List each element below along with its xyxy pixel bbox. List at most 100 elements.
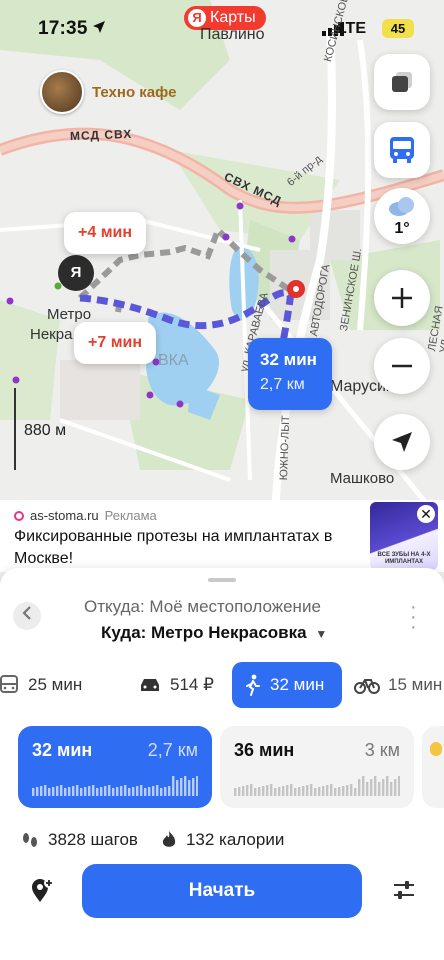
mode-bike[interactable]: 15 мин	[354, 662, 442, 708]
sparkline-bar	[298, 787, 301, 796]
sparkline-bar	[370, 779, 373, 796]
fire-icon	[162, 831, 176, 847]
sparkline-bar	[302, 786, 305, 796]
bus-icon	[0, 675, 18, 693]
mode-bus[interactable]: 25 мин	[0, 662, 82, 708]
sparkline-bar	[282, 786, 285, 796]
sparkline-bar	[278, 787, 281, 796]
mode-taxi-label: 514 ₽	[170, 675, 214, 694]
walk-icon	[246, 674, 260, 696]
sparkline-bar	[92, 785, 95, 796]
layers-icon	[392, 72, 412, 92]
sparkline-bar	[326, 785, 329, 796]
route-summary-card[interactable]: 32 мин 2,7 км	[248, 338, 332, 410]
ad-source-icon	[14, 510, 24, 521]
sparkline-bar	[374, 776, 377, 796]
sparkline-bar	[290, 784, 293, 796]
route-from[interactable]: Откуда: Моё местоположение	[84, 597, 321, 617]
minus-icon	[392, 364, 412, 368]
sparkline-bar	[152, 786, 155, 796]
poi-cafe[interactable]: Техно кафе	[40, 70, 176, 114]
battery-indicator: 45	[382, 19, 414, 38]
route-to[interactable]: Куда: Метро Некрасовка ▼	[101, 623, 327, 643]
sparkline-bar	[270, 784, 273, 796]
sparkline-bar	[56, 786, 59, 796]
add-stop-icon[interactable]	[30, 878, 54, 904]
sparkline-bar	[180, 778, 183, 796]
sparkline-bar	[346, 785, 349, 796]
bus-icon	[390, 137, 414, 163]
zoom-in-button[interactable]	[374, 270, 430, 326]
sparkline-bar	[32, 788, 35, 796]
taxi-icon	[141, 679, 159, 691]
sparkline-bar	[112, 788, 115, 796]
sparkline-bar	[124, 785, 127, 796]
sparkline-bar	[262, 786, 265, 796]
route-option-1[interactable]: 32 мин 2,7 км	[18, 726, 212, 808]
ad-source: as-stoma.ru	[30, 508, 99, 523]
sparkline-bar	[318, 787, 321, 796]
back-button[interactable]	[13, 602, 41, 630]
route-option-3-partial[interactable]	[422, 726, 444, 808]
zoom-out-button[interactable]	[374, 338, 430, 394]
ad-image: ✕ ВСЕ ЗУБЫ НА 4-Х ИМПЛАНТАХ	[370, 502, 438, 570]
sparkline-bar	[390, 782, 393, 796]
scale-bar	[14, 388, 16, 470]
mode-bike-label: 15 мин	[388, 675, 443, 694]
sparkline-bar	[192, 778, 195, 796]
road-label-yuzhno: ЮЖНО-ЛЫТ	[278, 415, 293, 481]
route-distance: 2,7 км	[260, 376, 305, 393]
route-time: 32 мин	[260, 350, 317, 369]
sparkline-bar	[176, 780, 179, 796]
sparkline-bar	[60, 785, 63, 796]
sparkline-bar	[354, 788, 357, 796]
status-time: 17:35	[38, 18, 88, 39]
area-label-lake: ВКА	[158, 352, 189, 369]
start-button[interactable]: Начать	[82, 864, 362, 918]
scale-label: 880 м	[24, 422, 67, 439]
sparkline-bar	[40, 786, 43, 796]
road-label-msd-svh: МСД СВХ	[69, 126, 133, 144]
sparkline-bar	[76, 785, 79, 796]
sparkline-bar	[250, 784, 253, 796]
chevron-left-icon	[22, 606, 31, 620]
sparkline-bar	[160, 788, 163, 796]
sparkline-bar	[286, 785, 289, 796]
sparkline-bar	[366, 782, 369, 796]
chevron-down-icon: ▼	[315, 627, 328, 641]
settings-sliders-icon[interactable]	[392, 878, 416, 902]
sheet-grabber[interactable]	[208, 578, 236, 582]
sparkline-bar	[36, 787, 39, 796]
sparkline-bar	[238, 787, 241, 796]
transit-button[interactable]	[374, 122, 430, 178]
place-label-pavlino: Павлино	[200, 26, 265, 43]
sparkline-bar	[120, 786, 123, 796]
mode-taxi[interactable]: 514 ₽	[138, 662, 214, 708]
alt-route-bubble-1[interactable]: +4 мин	[64, 212, 147, 254]
route-option-2[interactable]: 36 мин 3 км	[220, 726, 414, 808]
sparkline-bar	[132, 787, 135, 796]
sparkline-bar	[350, 784, 353, 796]
my-location-button[interactable]	[374, 414, 430, 470]
location-arrow-icon	[93, 21, 105, 33]
more-options-icon[interactable]: · · ·	[410, 597, 417, 637]
route-option-1-time: 32 мин	[32, 740, 93, 760]
sparkline-bar	[242, 786, 245, 796]
sparkline-bar	[196, 776, 198, 796]
ad-text: Фиксированные протезы на имплантатах в М…	[14, 528, 333, 567]
weather-button[interactable]: 1°	[374, 188, 430, 244]
metro-station-pin[interactable]: Я	[58, 255, 94, 291]
cafe-name: Техно кафе	[92, 83, 177, 101]
sparkline-bar	[104, 786, 107, 796]
weather-temp: 1°	[394, 220, 410, 237]
ad-banner[interactable]: as-stoma.ru Реклама Фиксированные протез…	[0, 500, 444, 572]
mode-walk[interactable]: 32 мин	[232, 662, 342, 708]
alt-route-bubble-2[interactable]: +7 мин	[74, 322, 157, 364]
sparkline-bar	[314, 788, 317, 796]
layers-button[interactable]	[374, 54, 430, 110]
sparkline-bar	[398, 776, 400, 796]
sparkline-bar	[84, 787, 87, 796]
sparkline-bar	[322, 786, 325, 796]
sparkline-bar	[108, 785, 111, 796]
ad-close-icon[interactable]: ✕	[417, 505, 435, 523]
